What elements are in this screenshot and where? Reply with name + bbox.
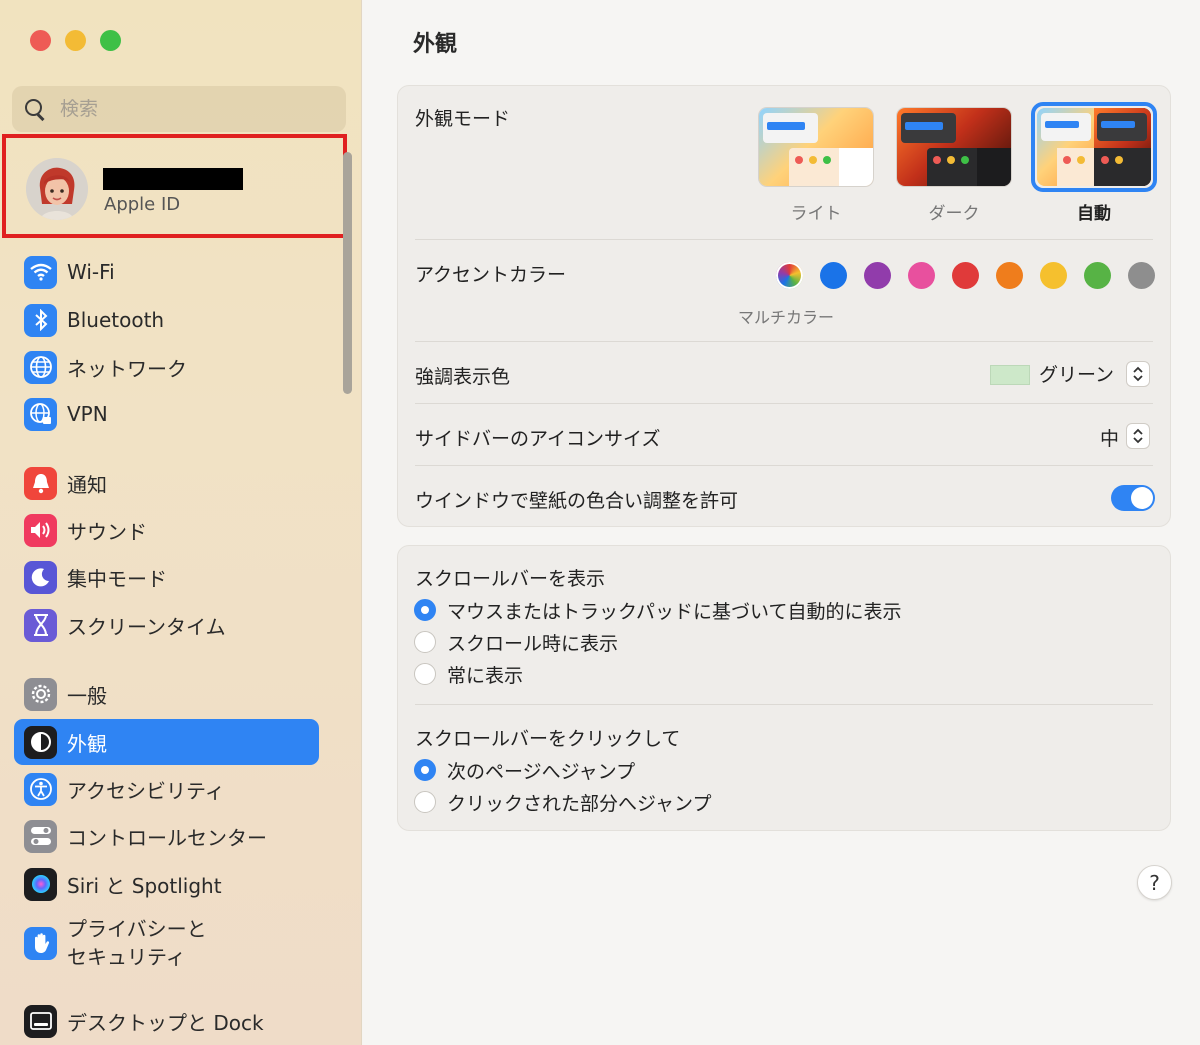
accent-orange-swatch[interactable] — [996, 262, 1023, 289]
accent-yellow-swatch[interactable] — [1040, 262, 1067, 289]
sidebar-icon-size-popup-button[interactable] — [1126, 423, 1150, 449]
mode-light-label: ライト — [790, 204, 842, 224]
accent-pink-swatch[interactable] — [908, 262, 935, 289]
accent-purple-swatch[interactable] — [864, 262, 891, 289]
wifi-icon — [24, 255, 57, 289]
sidebar-icon-size-value[interactable]: 中 — [1100, 424, 1119, 451]
mode-light-option[interactable] — [759, 108, 873, 186]
highlight-color-value[interactable]: グリーン — [1039, 360, 1114, 387]
search-icon — [24, 98, 46, 120]
redacted-name — [103, 168, 243, 190]
accent-multicolor-swatch[interactable] — [776, 262, 803, 289]
wallpaper-tint-label: ウインドウで壁紙の色合い調整を許可 — [415, 490, 739, 512]
mode-dark-label: ダーク — [928, 204, 980, 224]
gear-icon — [24, 677, 57, 711]
hand-icon — [24, 926, 57, 960]
jump-clicked-spot-label[interactable]: クリックされた部分へジャンプ — [447, 789, 711, 816]
highlight-color-popup-button[interactable] — [1126, 361, 1150, 387]
show-auto-label[interactable]: マウスまたはトラックパッドに基づいて自動的に表示 — [447, 597, 901, 624]
appearance-icon — [24, 725, 57, 759]
sidebar-item-privacy-security[interactable]: プライバシーと セキュリティ — [14, 914, 319, 972]
dock-icon — [24, 1004, 57, 1038]
sidebar-item-appearance[interactable]: 外観 — [14, 719, 319, 765]
close-window-button[interactable] — [30, 30, 51, 51]
speaker-icon — [24, 513, 57, 547]
divider — [415, 403, 1153, 404]
appearance-settings-group: 外観モード ライト ダーク 自動 アクセントカラー マルチカラー 強調表示色 グ… — [397, 85, 1171, 527]
siri-icon — [24, 867, 57, 901]
apple-id-item[interactable]: Apple ID — [2, 134, 347, 238]
search-field[interactable] — [12, 86, 346, 132]
control-center-icon — [24, 819, 57, 853]
sidebar-item-notifications[interactable]: 通知 — [14, 460, 319, 506]
bell-icon — [24, 466, 57, 500]
sidebar-icon-size-label: サイドバーのアイコンサイズ — [415, 428, 661, 450]
bluetooth-icon — [24, 303, 57, 337]
mode-dark-option[interactable] — [897, 108, 1011, 186]
appearance-mode-label: 外観モード — [415, 108, 511, 130]
vpn-icon — [24, 397, 57, 431]
page-title: 外観 — [413, 32, 458, 57]
show-always-radio[interactable] — [414, 663, 436, 685]
sidebar-item-sound[interactable]: サウンド — [14, 507, 319, 553]
show-always-label[interactable]: 常に表示 — [447, 661, 523, 688]
moon-icon — [24, 560, 57, 594]
sidebar-item-desktop-dock[interactable]: デスクトップと Dock — [14, 998, 319, 1044]
sidebar-scrollbar[interactable] — [343, 152, 352, 394]
main-pane: 外観 外観モード ライト ダーク 自動 アクセントカラー マルチカラー 強調表示… — [363, 0, 1200, 1045]
sidebar-item-screen-time[interactable]: スクリーンタイム — [14, 602, 319, 648]
show-scrollbars-label: スクロールバーを表示 — [415, 568, 606, 590]
search-input[interactable] — [60, 98, 320, 120]
avatar — [26, 158, 88, 220]
help-button[interactable]: ? — [1137, 865, 1172, 900]
sidebar-item-focus[interactable]: 集中モード — [14, 554, 319, 600]
accent-selected-caption: マルチカラー — [738, 308, 835, 327]
apple-id-label: Apple ID — [104, 194, 181, 215]
sidebar-item-bluetooth[interactable]: Bluetooth — [14, 297, 319, 343]
accent-blue-swatch[interactable] — [820, 262, 847, 289]
mode-auto-label: 自動 — [1077, 204, 1111, 224]
show-when-scrolling-radio[interactable] — [414, 631, 436, 653]
window-controls — [30, 30, 121, 51]
accent-color-label: アクセントカラー — [415, 264, 567, 286]
divider — [415, 704, 1153, 705]
sidebar-item-control-center[interactable]: コントロールセンター — [14, 813, 319, 859]
sidebar-item-siri-spotlight[interactable]: Siri と Spotlight — [14, 861, 319, 907]
show-when-scrolling-label[interactable]: スクロール時に表示 — [447, 629, 618, 656]
divider — [415, 465, 1153, 466]
jump-next-page-radio[interactable] — [414, 759, 436, 781]
click-scrollbar-label: スクロールバーをクリックして — [415, 728, 681, 750]
sidebar-item-general[interactable]: 一般 — [14, 671, 319, 717]
accent-red-swatch[interactable] — [952, 262, 979, 289]
sidebar-item-wifi[interactable]: Wi-Fi — [14, 249, 319, 295]
sidebar: Apple ID Wi-Fi Bluetooth ネットワーク VPN 通知 — [0, 0, 362, 1045]
accent-green-swatch[interactable] — [1084, 262, 1111, 289]
sidebar-item-vpn[interactable]: VPN — [14, 391, 319, 437]
jump-clicked-spot-radio[interactable] — [414, 791, 436, 813]
divider — [415, 341, 1153, 342]
divider — [415, 239, 1153, 240]
hourglass-icon — [24, 608, 57, 642]
show-auto-radio[interactable] — [414, 599, 436, 621]
highlight-color-label: 強調表示色 — [415, 366, 511, 388]
minimize-window-button[interactable] — [65, 30, 86, 51]
highlight-color-swatch — [990, 365, 1030, 385]
accessibility-icon — [24, 772, 57, 806]
privacy-label: プライバシーと セキュリティ — [67, 917, 207, 969]
scrollbar-settings-group: スクロールバーを表示 マウスまたはトラックパッドに基づいて自動的に表示 スクロー… — [397, 545, 1171, 831]
wallpaper-tint-toggle[interactable] — [1111, 485, 1155, 511]
sidebar-item-accessibility[interactable]: アクセシビリティ — [14, 766, 319, 812]
sidebar-item-network[interactable]: ネットワーク — [14, 344, 319, 390]
accent-graphite-swatch[interactable] — [1128, 262, 1155, 289]
globe-icon — [24, 350, 57, 384]
jump-next-page-label[interactable]: 次のページへジャンプ — [447, 757, 635, 784]
mode-auto-option[interactable] — [1037, 108, 1151, 186]
zoom-window-button[interactable] — [100, 30, 121, 51]
